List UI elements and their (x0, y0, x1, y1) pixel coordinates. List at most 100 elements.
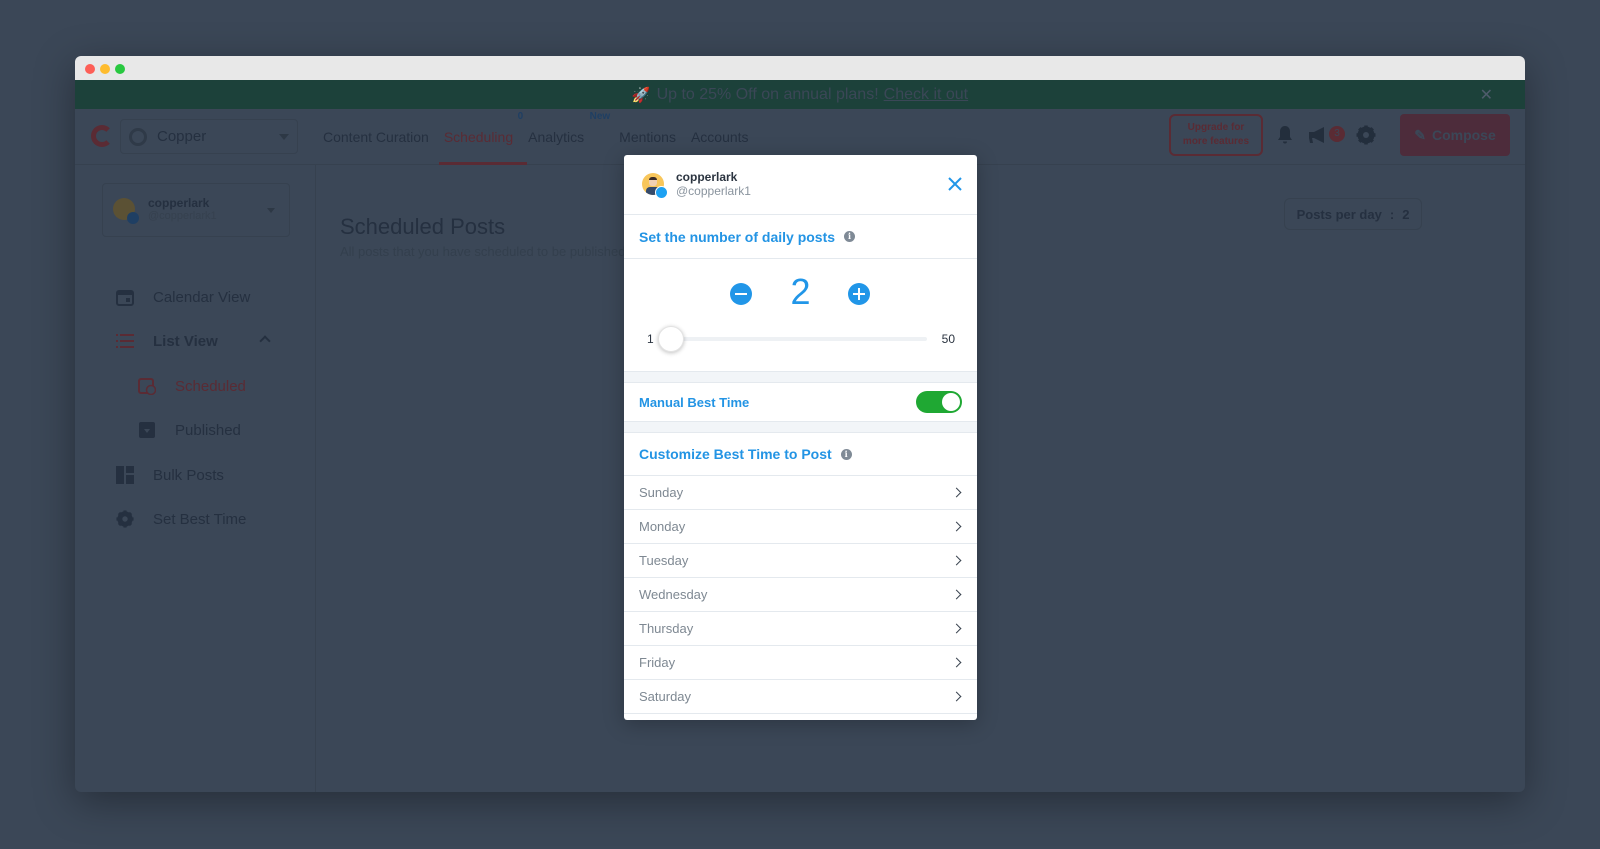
increment-button[interactable] (848, 283, 870, 305)
day-row-wednesday[interactable]: Wednesday (624, 578, 977, 612)
tab-label: Accounts (690, 129, 749, 145)
workspace-select[interactable]: Copper (120, 119, 298, 154)
gear-icon (115, 509, 135, 529)
posts-per-day-value: 2 (1402, 206, 1410, 222)
close-window-button[interactable] (85, 64, 95, 74)
workspace-name: Copper (157, 128, 207, 145)
account-handle: @copperlark1 (676, 184, 751, 198)
account-handle: @copperlark1 (148, 210, 217, 222)
sidebar-item-list-view[interactable]: List View (115, 331, 218, 351)
day-row-saturday[interactable]: Saturday (624, 680, 977, 714)
scheduling-count-badge: 0 (517, 111, 524, 122)
chevron-right-icon (951, 589, 962, 600)
page-title: Scheduled Posts (340, 214, 506, 239)
manual-best-time-toggle[interactable] (916, 391, 962, 413)
sidebar-item-bulk-posts[interactable]: Bulk Posts (115, 465, 224, 485)
app-logo[interactable] (91, 125, 113, 147)
section-divider (624, 421, 977, 433)
sidebar-item-set-best-time[interactable]: Set Best Time (115, 509, 246, 529)
daily-posts-slider[interactable] (658, 326, 927, 352)
slider-thumb[interactable] (658, 326, 685, 352)
bell-icon[interactable] (1277, 125, 1293, 145)
list-icon (115, 331, 135, 351)
manual-best-time-label: Manual Best Time (639, 394, 750, 410)
close-icon[interactable] (947, 176, 963, 192)
section-title: Customize Best Time to Post (639, 446, 832, 462)
calendar-icon (115, 287, 135, 307)
manual-best-time-row: Manual Best Time (624, 383, 977, 421)
sidebar-item-label: Set Best Time (153, 510, 247, 528)
compose-button[interactable]: ✎ Compose (1400, 114, 1510, 156)
upgrade-label-line2: more features (1182, 136, 1250, 147)
archive-icon (137, 420, 157, 440)
day-row-sunday[interactable]: Sunday (624, 476, 977, 510)
info-icon[interactable]: i (840, 448, 852, 460)
day-label: Sunday (639, 485, 684, 500)
chevron-right-icon (951, 555, 962, 566)
calendar-clock-icon (137, 376, 157, 396)
sidebar-item-label: Published (175, 421, 241, 439)
posts-per-day-indicator[interactable]: Posts per day : 2 (1284, 198, 1422, 230)
sidebar-item-calendar-view[interactable]: Calendar View (115, 287, 250, 307)
daily-posts-heading: Set the number of daily posts i (624, 215, 977, 259)
gear-icon[interactable] (1356, 125, 1376, 145)
info-icon[interactable]: i (844, 231, 856, 242)
day-label: Wednesday (639, 587, 708, 602)
page-subtitle: All posts that you have scheduled to be … (340, 244, 626, 259)
day-row-thursday[interactable]: Thursday (624, 612, 977, 646)
chevron-right-icon (951, 521, 962, 532)
caret-down-icon (267, 208, 275, 213)
promo-link[interactable]: Check it out (884, 86, 968, 104)
day-row-tuesday[interactable]: Tuesday (624, 544, 977, 578)
daily-posts-counter: 2 1 50 (624, 259, 977, 371)
modal-header: copperlark @copperlark1 (624, 155, 977, 215)
daily-posts-value: 2 (790, 271, 811, 312)
slider-max-label: 50 (941, 332, 955, 346)
customize-best-time-heading: Customize Best Time to Post i (624, 433, 977, 476)
sidebar-item-label: Calendar View (153, 288, 251, 306)
account-selector[interactable]: copperlark @copperlark1 (102, 183, 290, 237)
day-row-monday[interactable]: Monday (624, 510, 977, 544)
day-label: Saturday (639, 689, 692, 704)
chevron-right-icon (951, 623, 962, 634)
day-label: Tuesday (639, 553, 689, 568)
twitter-icon (127, 212, 139, 224)
section-divider (624, 371, 977, 383)
sidebar-item-scheduled[interactable]: Scheduled (137, 376, 246, 396)
announcements-badge: 3 (1329, 126, 1345, 142)
twitter-icon (655, 186, 668, 199)
chevron-up-icon[interactable] (259, 335, 271, 347)
tab-scheduling[interactable]: Scheduling 0 (438, 109, 528, 165)
rocket-icon: 🚀 (631, 86, 651, 104)
close-icon[interactable]: ✕ (1480, 85, 1493, 105)
upgrade-label-line1: Upgrade for (1187, 122, 1245, 133)
day-row-friday[interactable]: Friday (624, 646, 977, 680)
compose-label: Compose (1431, 127, 1496, 143)
day-label: Monday (639, 519, 686, 534)
upgrade-button[interactable]: Upgrade for more features (1169, 114, 1263, 156)
tab-label: Content Curation (323, 129, 429, 145)
minimize-window-button[interactable] (100, 64, 110, 74)
posts-per-day-label: Posts per day (1296, 206, 1382, 222)
maximize-window-button[interactable] (115, 64, 125, 74)
section-title: Set the number of daily posts (639, 228, 836, 245)
tab-content-curation[interactable]: Content Curation (323, 109, 429, 165)
slider-min-label: 1 (647, 332, 654, 346)
account-name: copperlark (148, 196, 210, 210)
best-time-modal: copperlark @copperlark1 Set the number o… (624, 155, 977, 720)
title-bar (75, 56, 1525, 80)
caret-down-icon (279, 134, 289, 140)
tab-label: Mentions (619, 129, 676, 145)
chevron-right-icon (951, 657, 962, 668)
tab-analytics[interactable]: Analytics New (528, 109, 610, 165)
days-list: Sunday Monday Tuesday Wednesday Thursday Frid… (624, 476, 977, 714)
megaphone-icon[interactable] (1308, 126, 1330, 144)
promo-text: Up to 25% Off on annual plans! (656, 85, 879, 103)
sidebar-item-label: Scheduled (175, 377, 246, 395)
sidebar-item-label: Bulk Posts (153, 466, 224, 484)
sidebar: copperlark @copperlark1 Calendar View Li… (75, 165, 316, 792)
chevron-right-icon (951, 487, 962, 498)
day-label: Friday (639, 655, 676, 670)
sidebar-item-published[interactable]: Published (137, 420, 241, 440)
sidebar-item-label: List View (153, 332, 218, 350)
